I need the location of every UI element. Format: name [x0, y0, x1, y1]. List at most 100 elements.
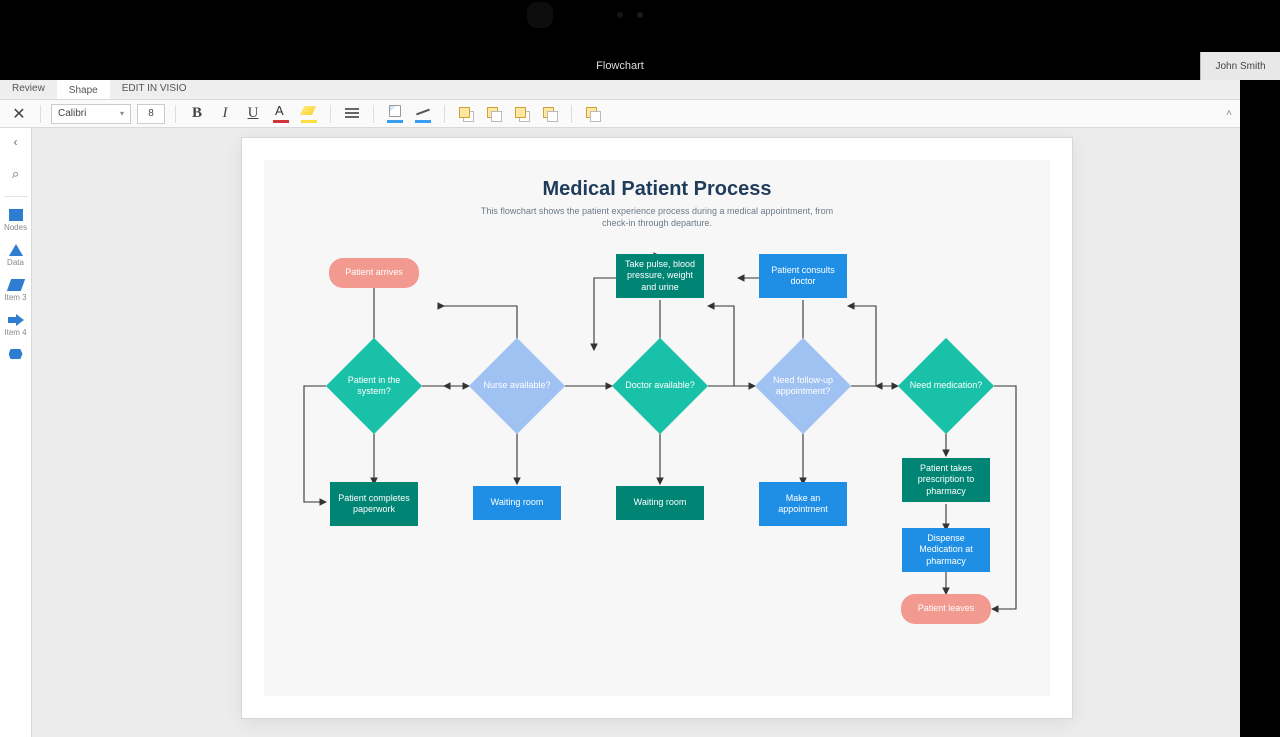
shapes-rail: ‹ ⌕ Nodes Data Item 3 Item 4 — [0, 128, 32, 737]
node-label: Patient leaves — [918, 603, 975, 614]
node-label: Waiting room — [634, 497, 687, 508]
ribbon-toolbar: ✕ Calibri ▾ 8 B I U ˄ — [0, 100, 1240, 128]
process-waiting-room-1[interactable]: Waiting room — [473, 486, 561, 520]
stencil-item-nodes[interactable]: Nodes — [1, 209, 31, 232]
process-waiting-room-2[interactable]: Waiting room — [616, 486, 704, 520]
terminator-start[interactable]: Patient arrives — [329, 258, 419, 288]
node-label: Patient in the system? — [335, 375, 413, 398]
stencil-label: Data — [7, 258, 24, 267]
node-label: Patient consults doctor — [765, 265, 841, 288]
user-chip[interactable]: John Smith — [1200, 52, 1280, 80]
process-consult-doctor[interactable]: Patient consults doctor — [759, 254, 847, 298]
titlebar: Flowchart John Smith — [0, 52, 1240, 80]
rail-search-button[interactable]: ⌕ — [4, 164, 28, 184]
diagram-subtitle: This flowchart shows the patient experie… — [477, 205, 837, 229]
stencil-item-3[interactable]: Item 3 — [1, 279, 31, 302]
separator — [330, 105, 331, 123]
decision-followup[interactable]: Need follow-up appointment? — [755, 350, 851, 422]
rail-collapse-button[interactable]: ‹ — [4, 132, 28, 152]
separator — [40, 105, 41, 123]
camera-icon — [637, 12, 643, 18]
separator — [444, 105, 445, 123]
diagram-title: Medical Patient Process — [264, 178, 1050, 201]
hexagon-shape-icon — [9, 349, 23, 359]
page[interactable]: Medical Patient Process This flowchart s… — [242, 138, 1072, 718]
node-label: Dispense Medication at pharmacy — [908, 533, 984, 567]
separator — [175, 105, 176, 123]
flowchart: Patient arrives Patient in the system? P… — [264, 246, 1050, 686]
shape-outline-button[interactable] — [412, 103, 434, 125]
stencil-label: Item 4 — [4, 328, 26, 337]
node-label: Patient takes prescription to pharmacy — [908, 463, 984, 497]
process-take-vitals[interactable]: Take pulse, blood pressure, weight and u… — [616, 254, 704, 298]
bring-forward-icon — [457, 105, 475, 123]
bring-forward-button[interactable] — [455, 103, 477, 125]
page-content: Medical Patient Process This flowchart s… — [264, 160, 1050, 696]
process-make-appointment[interactable]: Make an appointment — [759, 482, 847, 526]
highlight-button[interactable] — [298, 103, 320, 125]
stencil-item-5[interactable] — [1, 349, 31, 361]
arrow-shape-icon — [8, 314, 24, 326]
process-complete-paperwork[interactable]: Patient completes paperwork — [330, 482, 418, 526]
send-to-back-icon — [541, 105, 559, 123]
decision-nurse-available[interactable]: Nurse available? — [469, 350, 565, 422]
document-title: Flowchart — [596, 60, 644, 72]
font-color-icon — [272, 105, 290, 123]
font-size-select[interactable]: 8 — [137, 104, 165, 124]
font-color-button[interactable] — [270, 103, 292, 125]
node-label: Patient completes paperwork — [336, 493, 412, 516]
close-icon: ✕ — [12, 104, 25, 124]
shape-fill-icon — [386, 105, 404, 123]
align-button[interactable] — [341, 103, 363, 125]
italic-button[interactable]: I — [214, 103, 236, 125]
process-dispense-medication[interactable]: Dispense Medication at pharmacy — [902, 528, 990, 572]
chevron-down-icon: ▾ — [120, 109, 124, 118]
terminator-end[interactable]: Patient leaves — [901, 594, 991, 624]
chevron-left-icon: ‹ — [14, 135, 18, 149]
node-label: Waiting room — [491, 497, 544, 508]
collapse-ribbon-button[interactable]: ˄ — [1226, 108, 1232, 119]
send-backward-icon — [485, 105, 503, 123]
bold-button[interactable]: B — [186, 103, 208, 125]
send-backward-button[interactable] — [483, 103, 505, 125]
node-label: Doctor available? — [625, 380, 695, 391]
node-label: Patient arrives — [345, 267, 403, 278]
arrange-icon — [584, 105, 602, 123]
node-label: Make an appointment — [765, 493, 841, 516]
stencil-label: Item 3 — [4, 293, 26, 302]
send-to-back-button[interactable] — [539, 103, 561, 125]
process-take-prescription[interactable]: Patient takes prescription to pharmacy — [902, 458, 990, 502]
align-left-icon — [343, 105, 361, 123]
underline-icon: U — [248, 105, 259, 122]
font-size-value: 8 — [148, 108, 154, 119]
node-label: Nurse available? — [483, 380, 550, 391]
font-family-value: Calibri — [58, 108, 86, 119]
ribbon-tabs: Review Shape EDIT IN VISIO — [0, 80, 1240, 100]
workspace: ‹ ⌕ Nodes Data Item 3 Item 4 — [0, 128, 1240, 737]
shape-outline-icon — [414, 105, 432, 123]
close-editing-button[interactable]: ✕ — [8, 103, 30, 125]
highlight-icon — [300, 105, 318, 123]
decision-need-medication[interactable]: Need medication? — [898, 350, 994, 422]
drawing-canvas[interactable]: Medical Patient Process This flowchart s… — [32, 128, 1240, 737]
decision-doctor-available[interactable]: Doctor available? — [612, 350, 708, 422]
square-shape-icon — [9, 209, 23, 221]
stencil-label: Nodes — [4, 223, 27, 232]
bold-icon: B — [192, 105, 202, 122]
bring-to-front-button[interactable] — [511, 103, 533, 125]
stencil-item-data[interactable]: Data — [1, 244, 31, 267]
arrange-button[interactable] — [582, 103, 604, 125]
parallelogram-shape-icon — [6, 279, 24, 291]
triangle-shape-icon — [9, 244, 23, 256]
node-label: Take pulse, blood pressure, weight and u… — [622, 259, 698, 293]
stencil-item-4[interactable]: Item 4 — [1, 314, 31, 337]
font-family-select[interactable]: Calibri ▾ — [51, 104, 131, 124]
tab-shape[interactable]: Shape — [57, 80, 110, 99]
underline-button[interactable]: U — [242, 103, 264, 125]
shape-fill-button[interactable] — [384, 103, 406, 125]
decision-patient-in-system[interactable]: Patient in the system? — [326, 350, 422, 422]
tab-edit-in-visio[interactable]: EDIT IN VISIO — [110, 80, 199, 99]
separator — [373, 105, 374, 123]
tab-review[interactable]: Review — [0, 80, 57, 99]
app-window: Flowchart John Smith Review Shape EDIT I… — [0, 52, 1240, 737]
